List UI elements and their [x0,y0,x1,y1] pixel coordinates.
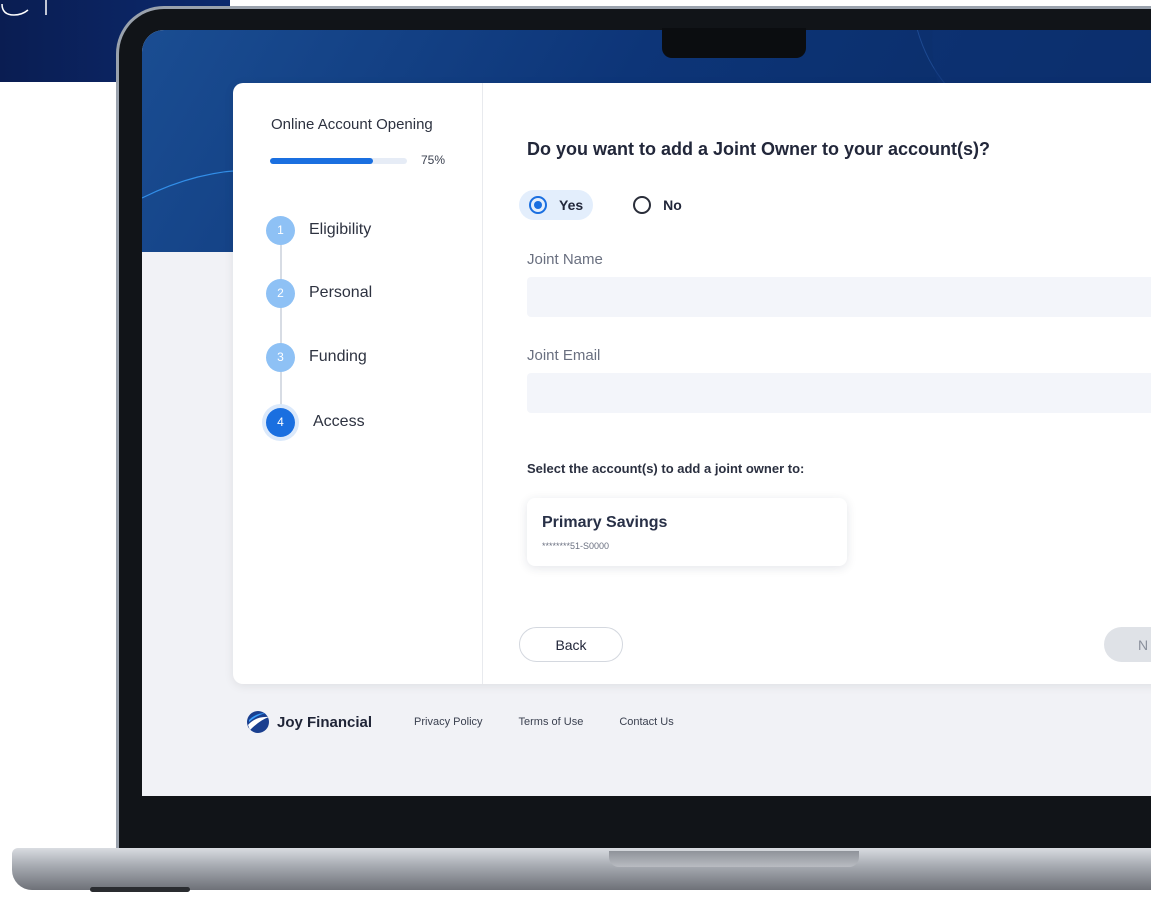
step-label: Personal [309,284,373,301]
joint-email-input[interactable] [527,373,1151,413]
joy-financial-logo-icon [247,711,269,733]
laptop-base-groove [609,851,859,867]
laptop-foot [90,887,190,892]
form-panel: Do you want to add a Joint Owner to your… [519,83,1151,684]
sidebar-title: Online Account Opening [271,116,433,133]
step-number: 2 [266,278,295,308]
step-number: 1 [266,215,295,245]
footer: Joy Financial Privacy Policy Terms of Us… [246,710,710,734]
step-funding[interactable]: 3 Funding [266,342,367,372]
step-label: Access [313,413,365,430]
next-button[interactable]: N [1104,627,1151,662]
application-card: Online Account Opening 75% 1 Eligibility… [233,83,1151,684]
brand-name: Joy Financial [277,713,373,731]
account-card-primary-savings[interactable]: Primary Savings ********51-S0000 [527,498,847,566]
joint-name-label: Joint Name [527,251,603,268]
back-button[interactable]: Back [519,627,623,662]
progress-bar-fill [270,158,373,164]
step-connector [280,231,282,421]
step-eligibility[interactable]: 1 Eligibility [266,215,371,245]
step-access[interactable]: 4 Access [266,407,365,437]
privacy-policy-link[interactable]: Privacy Policy [414,716,482,728]
progress-sidebar: Online Account Opening 75% 1 Eligibility… [233,83,483,684]
step-label: Eligibility [309,221,372,238]
joint-name-input[interactable] [527,277,1151,317]
radio-unselected-icon [633,196,652,214]
account-number: ********51-S0000 [542,541,610,551]
terms-of-use-link[interactable]: Terms of Use [519,716,584,728]
joint-owner-options: Yes No [519,190,722,220]
joint-owner-question: Do you want to add a Joint Owner to your… [527,139,991,159]
contact-us-link[interactable]: Contact Us [619,716,673,728]
select-accounts-label: Select the account(s) to add a joint own… [527,461,805,476]
stage: Online Account Opening 75% 1 Eligibility… [0,0,1151,897]
decorative-arc-icon [1,0,47,16]
option-yes[interactable]: Yes [519,190,594,220]
radio-selected-icon [529,196,547,214]
progress-percent: 75% [421,153,446,167]
step-label: Funding [309,348,367,365]
laptop-base [12,848,1151,890]
camera-notch [662,28,806,58]
option-label: Yes [559,197,584,213]
step-personal[interactable]: 2 Personal [266,278,372,308]
option-label: No [663,197,682,213]
progress-bar [270,158,407,164]
joint-email-label: Joint Email [527,347,601,364]
step-number-active: 4 [266,407,295,437]
step-number: 3 [266,342,295,372]
account-name: Primary Savings [542,514,668,531]
option-no[interactable]: No [623,190,692,220]
